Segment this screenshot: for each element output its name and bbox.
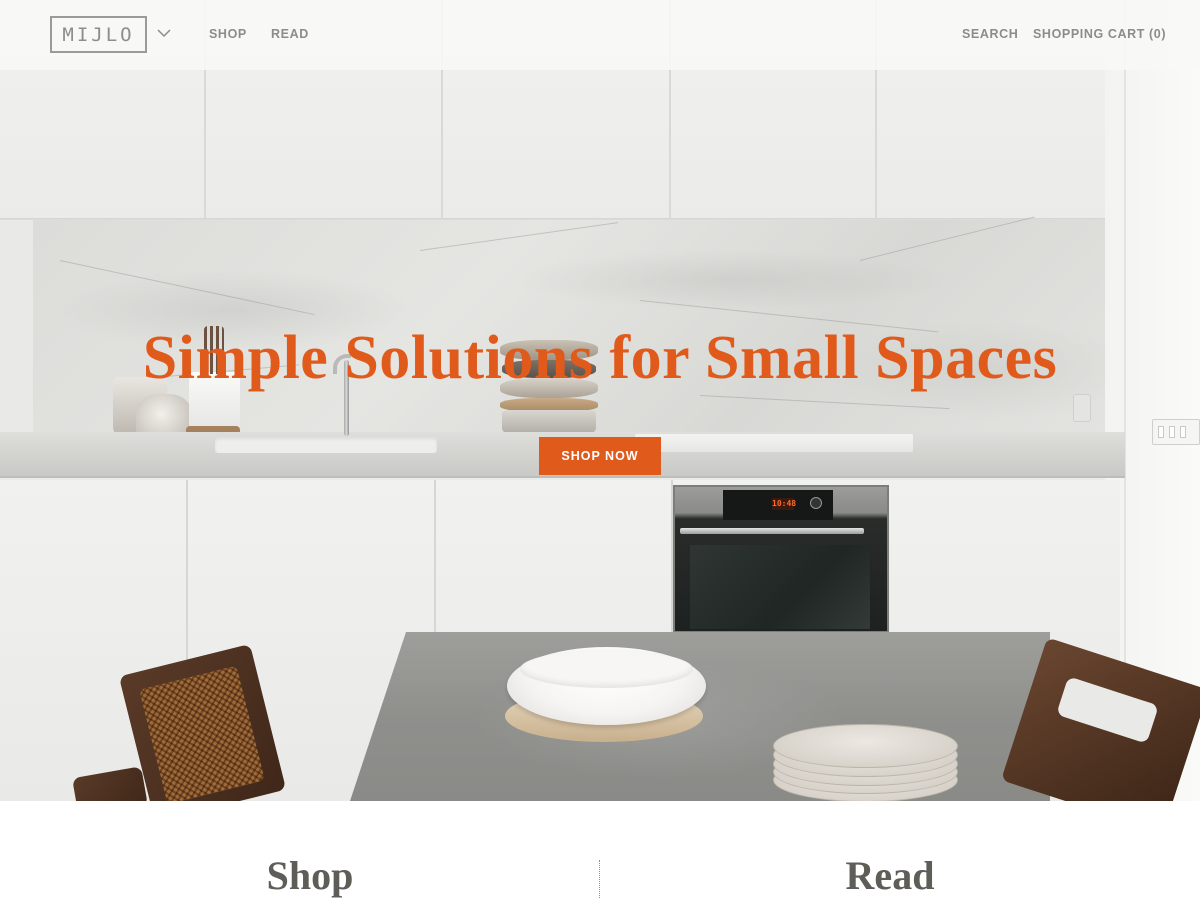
logo[interactable]: MIJLO [50,16,147,53]
oven-knob [810,497,822,509]
oven-display: 10:48 [772,498,797,510]
bowl-interior [520,650,693,688]
plate-stack [773,724,958,768]
oven-window [690,545,870,629]
light-switch [1152,419,1200,445]
wall-outlet [1073,394,1091,422]
shop-now-button[interactable]: SHOP NOW [539,437,661,475]
logo-text: MIJLO [62,23,135,46]
chevron-down-icon[interactable] [157,26,171,40]
section-divider [599,860,600,898]
nav-shopping-cart[interactable]: SHOPPING CART (0) [1033,27,1166,41]
hero-image: 10:48 [0,0,1200,801]
sink [215,437,437,453]
hero-title: Simple Solutions for Small Spaces [142,324,1058,392]
section-title-shop[interactable]: Shop [110,852,510,899]
nav-read[interactable]: READ [271,27,309,41]
oven-handle [680,528,864,534]
nav-shop[interactable]: SHOP [209,27,247,41]
site-header: MIJLO SHOP READ SEARCH SHOPPING CART (0) [0,0,1200,70]
nav-search[interactable]: SEARCH [962,27,1018,41]
cooktop [635,434,913,452]
section-title-read[interactable]: Read [690,852,1090,899]
